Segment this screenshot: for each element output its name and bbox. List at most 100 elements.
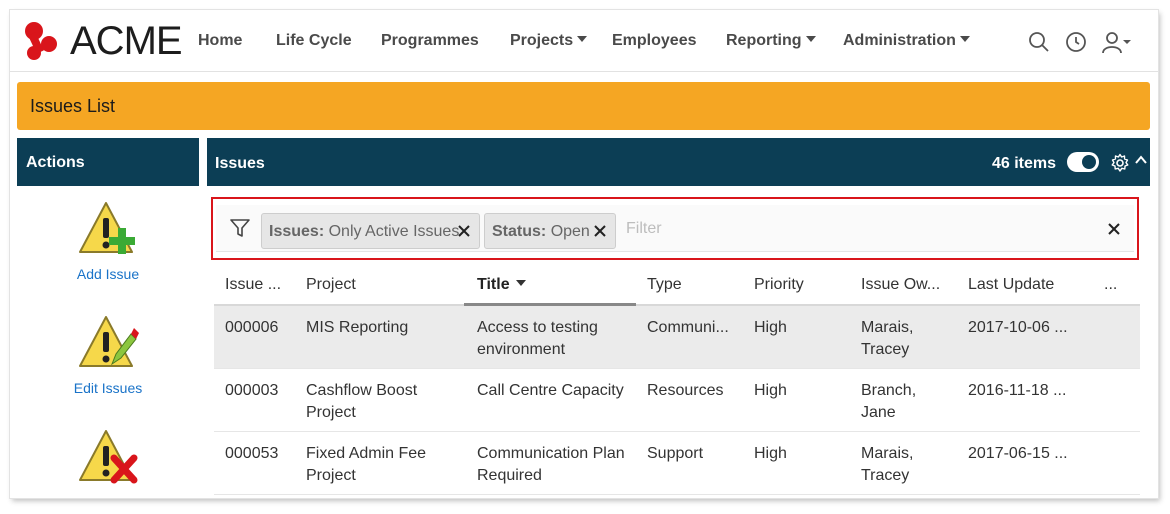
edit-issues-label: Edit Issues [73,380,143,396]
gear-icon[interactable] [1110,153,1130,173]
nav-programmes-label: Programmes [381,32,479,49]
cell-title-line: Required [477,467,542,484]
nav-administration[interactable]: Administration [843,32,970,50]
cell-project-line: Cashflow Boost [306,382,418,399]
cell-title-line: Communication Plan [477,445,625,462]
cell-issue-id: 000003 [225,382,279,399]
nav-employees-label: Employees [612,32,697,49]
nav-administration-label: Administration [843,32,956,49]
cell-priority: High [754,445,787,462]
issues-table: Issue ... Project Title Type Priority Is… [214,262,1140,495]
table-row[interactable]: 000053 Fixed Admin Fee Project Communicat… [214,432,1140,495]
cell-title-line: Call Centre Capacity [477,382,624,399]
search-icon[interactable] [1027,30,1051,54]
chevron-up-icon[interactable] [1134,153,1148,167]
cell-type: Communi... [647,319,729,336]
column-header-last-update[interactable]: Last Update [968,276,1054,294]
cell-owner-line: Marais, [861,319,914,336]
nav-employees[interactable]: Employees [612,32,696,50]
cell-last-update: 2017-10-06 ... [968,319,1068,336]
cell-type: Resources [647,382,724,399]
column-header-type[interactable]: Type [647,276,682,294]
issues-panel-title: Issues [215,155,265,172]
clear-filter-icon[interactable] [1107,222,1121,236]
acme-logo-icon [25,22,57,60]
nav-home[interactable]: Home [198,32,242,50]
cell-owner-line: Tracey [861,467,910,484]
table-header: Issue ... Project Title Type Priority Is… [214,262,1140,306]
view-toggle[interactable] [1067,152,1099,172]
sort-descending-icon [515,280,526,287]
close-icon[interactable] [457,224,471,238]
warning-delete-icon [79,430,138,484]
item-count: 46 items [991,155,1056,172]
filter-chip-value: Only Active Issues [328,223,460,240]
column-header-title-label: Title [477,276,510,293]
filter-chip-key: Status: [492,223,547,240]
cell-owner-line: Tracey [861,341,910,358]
cell-priority: High [754,319,787,336]
chevron-down-icon [959,36,970,43]
top-navbar: ACME Home Life Cycle Programmes Projects… [10,10,1158,72]
cell-project-line: MIS Reporting [306,319,409,336]
cell-issue-id: 000053 [225,445,279,462]
cell-project-line: Fixed Admin Fee [306,445,427,462]
nav-life-cycle-label: Life Cycle [276,32,352,49]
nav-programmes[interactable]: Programmes [381,32,479,50]
cell-project: MIS Reporting [306,317,408,339]
cell-type: Support [647,445,704,462]
clock-icon[interactable] [1064,30,1088,54]
nav-life-cycle[interactable]: Life Cycle [276,32,352,50]
chevron-down-icon [577,36,588,43]
nav-reporting-label: Reporting [726,32,802,49]
cell-owner-line: Jane [861,404,896,421]
nav-projects[interactable]: Projects [510,32,588,50]
table-row[interactable]: 000003 Cashflow Boost Project Call Centre… [214,369,1140,432]
column-header-issue[interactable]: Issue ... [225,276,281,294]
cell-last-update: 2017-06-15 ... [968,445,1068,462]
add-issue-button[interactable]: Add Issue [17,200,199,282]
cell-title: Access to testing environment [477,317,598,361]
column-header-project[interactable]: Project [306,276,356,294]
brand-name: ACME [70,18,183,63]
app-window: ACME Home Life Cycle Programmes Projects… [10,10,1158,498]
close-icon[interactable] [593,224,607,238]
filter-bar: Issues: Only Active Issues Status: Open [216,205,1134,252]
delete-issue-button[interactable] [17,428,199,494]
cell-title: Call Centre Capacity [477,380,624,402]
cell-project: Fixed Admin Fee Project [306,443,426,487]
cell-owner: Branch, Jane [861,380,916,424]
table-row[interactable]: 000006 MIS Reporting Access to testing en… [214,306,1140,369]
issues-panel: Issues 46 items Issues: Only Active Issu… [207,138,1150,498]
issues-panel-header: Issues 46 items [207,138,1150,186]
filter-input[interactable] [626,215,1096,243]
nav-home-label: Home [198,32,243,49]
actions-panel-title: Actions [17,138,199,186]
cell-priority: High [754,382,787,399]
cell-owner: Marais, Tracey [861,317,913,361]
column-header-priority[interactable]: Priority [754,276,804,294]
filter-chip-issues[interactable]: Issues: Only Active Issues [261,213,480,249]
column-header-title[interactable]: Title [477,276,526,294]
page-title-bar: Issues List [17,82,1150,130]
filter-highlight: Issues: Only Active Issues Status: Open [211,197,1139,260]
filter-funnel-icon[interactable] [229,217,251,239]
filter-chip-key: Issues: [269,223,325,240]
add-issue-label: Add Issue [76,266,140,282]
actions-panel: Actions Add Issue Edit Issues [17,138,199,498]
cell-owner-line: Branch, [861,382,917,399]
column-header-owner[interactable]: Issue Ow... [861,276,940,294]
user-menu-icon[interactable] [1102,30,1132,54]
column-header-more[interactable]: ... [1104,276,1117,294]
warning-add-icon [79,202,135,254]
warning-edit-icon [79,316,139,367]
cell-project-line: Project [306,404,356,421]
nav-reporting[interactable]: Reporting [726,32,816,50]
edit-issues-button[interactable]: Edit Issues [17,314,199,396]
filter-chip-status[interactable]: Status: Open [484,213,616,249]
cell-last-update: 2016-11-18 ... [968,382,1067,399]
brand-logo[interactable]: ACME [20,18,183,64]
cell-owner-line: Marais, [861,445,914,462]
cell-issue-id: 000006 [225,319,279,336]
cell-owner: Marais, Tracey [861,443,913,487]
